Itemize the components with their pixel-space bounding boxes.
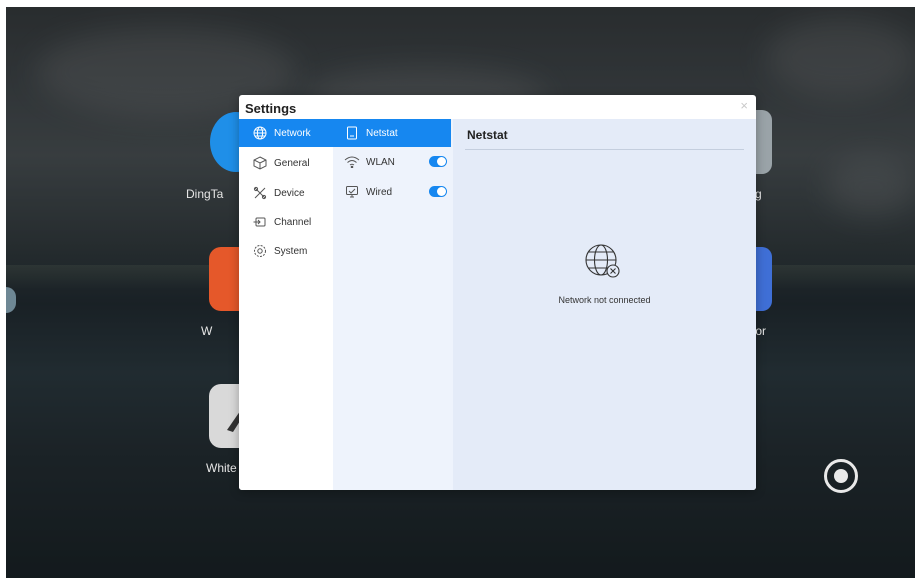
- gear-icon: [251, 244, 269, 258]
- subnav-label: WLAN: [366, 156, 395, 168]
- network-subnav: Netstat WLAN Wired: [333, 119, 453, 490]
- nav-label: Network: [274, 127, 311, 139]
- nav-label: Device: [274, 187, 305, 199]
- whiteboard-app-label: White: [206, 461, 237, 475]
- nav-item-network[interactable]: Network: [239, 119, 333, 147]
- subnav-item-wlan[interactable]: WLAN: [333, 148, 453, 176]
- wifi-icon: [343, 156, 361, 168]
- globe-disconnected-icon: [584, 243, 624, 286]
- settings-dialog: Settings × Network General Device Channe…: [239, 95, 756, 490]
- channel-icon: [251, 215, 269, 229]
- globe-icon: [251, 126, 269, 140]
- nav-item-general[interactable]: General: [239, 149, 333, 177]
- subnav-item-wired[interactable]: Wired: [333, 178, 453, 206]
- toggle-knob: [437, 187, 446, 196]
- netstat-panel: Netstat Network not connected: [453, 119, 756, 490]
- cube-icon: [251, 156, 269, 170]
- network-status-message: Network not connected: [558, 295, 651, 305]
- record-dot-icon: [834, 469, 848, 483]
- nav-item-system[interactable]: System: [239, 237, 333, 265]
- tools-icon: [251, 186, 269, 200]
- subnav-label: Wired: [366, 186, 393, 198]
- toggle-knob: [437, 157, 446, 166]
- netstat-icon: [343, 126, 361, 140]
- wired-toggle[interactable]: [429, 186, 447, 197]
- nav-label: General: [274, 157, 310, 169]
- nav-label: Channel: [274, 216, 312, 228]
- settings-app-label: g: [755, 187, 762, 201]
- dialog-title: Settings: [245, 101, 297, 116]
- wps-app-label: W: [201, 324, 213, 338]
- subnav-label: Netstat: [366, 127, 398, 139]
- record-button[interactable]: [824, 459, 858, 493]
- wired-icon: [343, 185, 361, 199]
- nav-label: System: [274, 245, 308, 257]
- settings-nav: Network General Device Channel System: [239, 119, 333, 490]
- close-button[interactable]: ×: [740, 98, 748, 113]
- dingtalk-app-label: DingTa: [186, 187, 224, 201]
- panel-title: Netstat: [467, 128, 508, 142]
- nav-item-device[interactable]: Device: [239, 179, 333, 207]
- subnav-item-netstat[interactable]: Netstat: [333, 119, 451, 147]
- wlan-toggle[interactable]: [429, 156, 447, 167]
- panel-divider: [465, 149, 744, 150]
- nav-item-channel[interactable]: Channel: [239, 208, 333, 236]
